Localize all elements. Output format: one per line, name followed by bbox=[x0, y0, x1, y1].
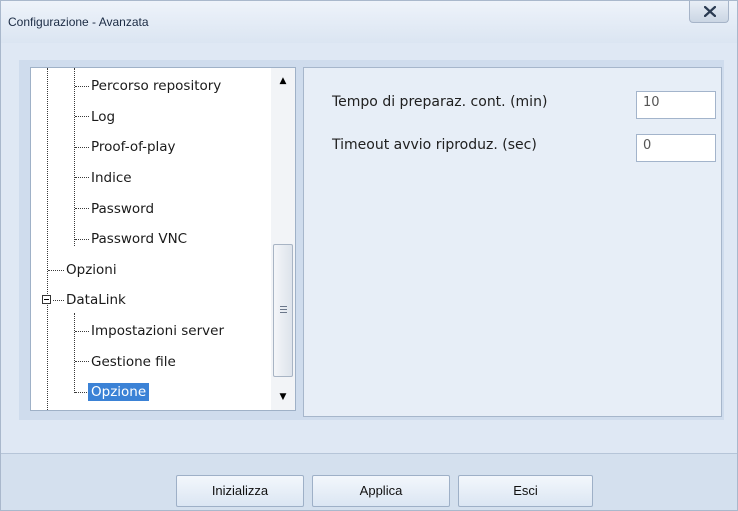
playback-timeout-label: Timeout avvio riproduz. (sec) bbox=[332, 137, 537, 153]
tree-connector bbox=[75, 208, 89, 209]
title-bar[interactable]: Configurazione - Avanzata bbox=[1, 1, 737, 43]
tree-connector bbox=[75, 392, 89, 393]
tree-item-proof-of-play[interactable]: Proof-of-play bbox=[91, 136, 176, 158]
tree-item-label: Proof-of-play bbox=[91, 139, 176, 155]
tree-connector bbox=[75, 116, 89, 117]
tree-item-label: Log bbox=[91, 109, 116, 125]
settings-tree[interactable]: Percorso repository Log Proof-of-play In… bbox=[30, 67, 296, 411]
tree-root-line bbox=[47, 68, 48, 410]
window-title: Configurazione - Avanzata bbox=[8, 15, 149, 29]
tree-connector bbox=[75, 331, 89, 332]
prep-time-input[interactable]: 10 bbox=[636, 91, 716, 119]
tree-connector bbox=[75, 239, 89, 240]
tree-item-opzioni[interactable]: Opzioni bbox=[66, 259, 117, 281]
tree-item-label: Opzione bbox=[88, 383, 150, 401]
tree-branch-line bbox=[74, 313, 75, 393]
scroll-down-arrow-icon[interactable]: ▼ bbox=[271, 388, 295, 406]
grip-icon bbox=[280, 306, 287, 313]
tree-item-label: Gestione file bbox=[91, 354, 176, 370]
scroll-up-arrow-icon[interactable]: ▲ bbox=[271, 72, 295, 90]
tree-connector bbox=[48, 270, 64, 271]
apply-button[interactable]: Applica bbox=[312, 475, 450, 507]
config-dialog: Configurazione - Avanzata Percorso repos… bbox=[0, 0, 738, 511]
tree-item-password[interactable]: Password bbox=[91, 198, 154, 220]
tree-item-label: DataLink bbox=[66, 292, 126, 308]
tree-item-label: Password VNC bbox=[91, 231, 188, 247]
scroll-thumb[interactable] bbox=[273, 244, 293, 377]
tree-connector bbox=[75, 177, 89, 178]
collapse-icon[interactable] bbox=[42, 295, 51, 304]
initialize-button[interactable]: Inizializza bbox=[176, 475, 304, 507]
tree-item-gestione-file[interactable]: Gestione file bbox=[91, 351, 176, 373]
tree-item-opzione[interactable]: Opzione bbox=[88, 381, 150, 403]
settings-panel: Tempo di preparaz. cont. (min) 10 Timeou… bbox=[303, 67, 722, 417]
tree-item-log[interactable]: Log bbox=[91, 106, 115, 128]
tree-connector bbox=[75, 361, 89, 362]
tree-connector bbox=[75, 147, 89, 148]
close-icon bbox=[704, 6, 716, 17]
tree-item-label: Password bbox=[91, 201, 155, 217]
tree-branch-line bbox=[74, 68, 75, 246]
close-button[interactable] bbox=[689, 1, 729, 23]
tree-item-label: Indice bbox=[91, 170, 132, 186]
tree-item-impostazioni-server[interactable]: Impostazioni server bbox=[91, 320, 224, 342]
tree-item-datalink[interactable]: DataLink bbox=[66, 289, 126, 311]
tree-scrollbar[interactable]: ▲ ▼ bbox=[271, 68, 295, 410]
tree-item-indice[interactable]: Indice bbox=[91, 167, 132, 189]
tree-item-label: Percorso repository bbox=[91, 78, 222, 94]
tree-item-percorso-repository[interactable]: Percorso repository bbox=[91, 75, 221, 97]
tree-connector bbox=[53, 300, 64, 301]
tree-connector bbox=[75, 86, 89, 87]
prep-time-label: Tempo di preparaz. cont. (min) bbox=[332, 94, 548, 110]
tree-item-label: Impostazioni server bbox=[91, 323, 224, 339]
tree-item-password-vnc[interactable]: Password VNC bbox=[91, 228, 187, 250]
tree-item-label: Opzioni bbox=[66, 262, 117, 278]
exit-button[interactable]: Esci bbox=[458, 475, 593, 507]
playback-timeout-input[interactable]: 0 bbox=[636, 134, 716, 162]
